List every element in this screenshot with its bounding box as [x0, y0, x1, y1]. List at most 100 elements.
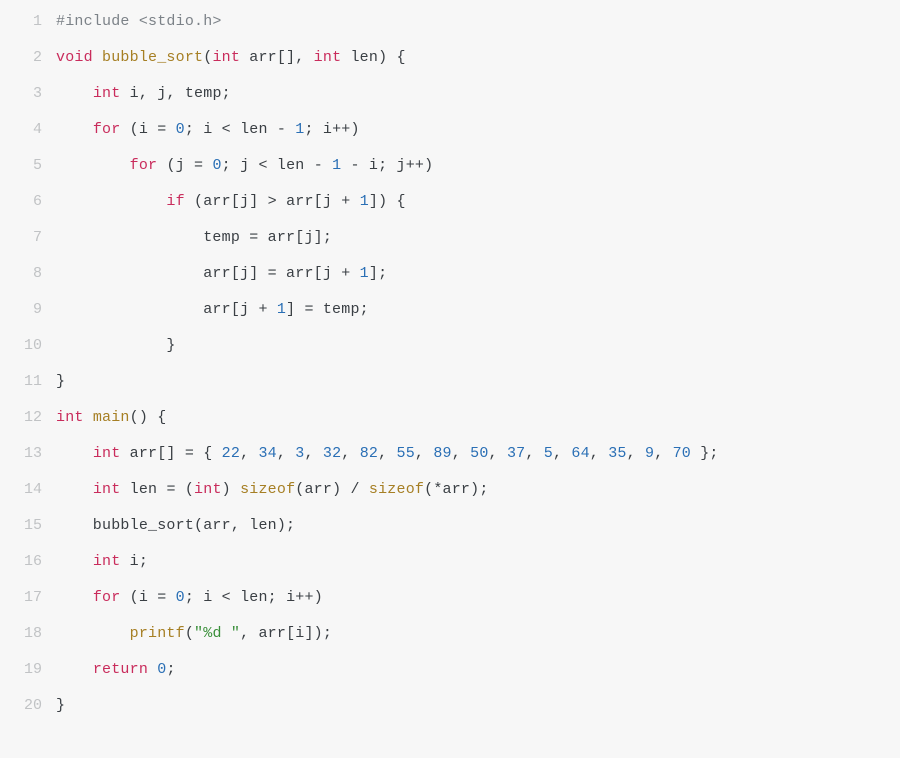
code-token: ); — [470, 481, 488, 498]
code-token — [120, 121, 129, 138]
code-token: 0 — [176, 121, 185, 138]
code-token: arr — [56, 301, 231, 318]
code-content: for (i = 0; i < len; i++) — [56, 580, 323, 616]
code-token: / — [351, 481, 369, 498]
code-token: 1 — [277, 301, 286, 318]
code-token: ] — [286, 301, 304, 318]
code-token — [56, 193, 166, 210]
code-token: len — [249, 517, 277, 534]
code-token: }; — [691, 445, 719, 462]
code-token — [56, 337, 166, 354]
code-token — [56, 121, 93, 138]
line-number: 2 — [0, 40, 56, 76]
code-token: , — [139, 85, 157, 102]
line-number: 14 — [0, 472, 56, 508]
line-number: 3 — [0, 76, 56, 112]
code-token: j — [176, 157, 194, 174]
line-number: 8 — [0, 256, 56, 292]
code-token: ]) { — [369, 193, 406, 210]
code-token: if — [166, 193, 184, 210]
code-token: 1 — [360, 265, 369, 282]
code-token: , — [489, 445, 507, 462]
code-token: } — [166, 337, 175, 354]
code-line: 1#include <stdio.h> — [0, 4, 900, 40]
code-token — [185, 193, 194, 210]
code-block: 1#include <stdio.h>2void bubble_sort(int… — [0, 0, 900, 734]
code-content: arr[j] = arr[j + 1]; — [56, 256, 387, 292]
code-token: for — [93, 121, 121, 138]
code-token: ( — [194, 517, 203, 534]
code-content: if (arr[j] > arr[j + 1]) { — [56, 184, 406, 220]
code-token: ) { — [378, 49, 406, 66]
code-token: ++ — [295, 589, 313, 606]
code-token: , — [590, 445, 608, 462]
code-token: = — [268, 265, 286, 282]
code-line: 5 for (j = 0; j < len - 1 - i; j++) — [0, 148, 900, 184]
code-token: , — [240, 625, 258, 642]
code-token: sizeof — [240, 481, 295, 498]
code-content: #include <stdio.h> — [56, 4, 222, 40]
code-token: 22 — [222, 445, 240, 462]
code-token: i — [139, 589, 157, 606]
code-token: ; — [378, 157, 396, 174]
code-token — [120, 589, 129, 606]
code-token: = — [304, 301, 322, 318]
code-token: = — [157, 589, 175, 606]
code-token: arr — [286, 265, 314, 282]
code-content: arr[j + 1] = temp; — [56, 292, 369, 328]
code-token — [56, 589, 93, 606]
code-token: 32 — [323, 445, 341, 462]
code-token: 70 — [673, 445, 691, 462]
code-token — [84, 409, 93, 426]
code-token: #include <stdio.h> — [56, 13, 222, 30]
code-line: 7 temp = arr[j]; — [0, 220, 900, 256]
code-token — [56, 445, 93, 462]
code-token: 1 — [360, 193, 369, 210]
code-content: int i, j, temp; — [56, 76, 231, 112]
line-number: 18 — [0, 616, 56, 652]
code-content: void bubble_sort(int arr[], int len) { — [56, 40, 406, 76]
code-line: 15 bubble_sort(arr, len); — [0, 508, 900, 544]
code-token: < — [222, 589, 240, 606]
code-token: int — [93, 553, 121, 570]
code-line: 13 int arr[] = { 22, 34, 3, 32, 82, 55, … — [0, 436, 900, 472]
code-content: bubble_sort(arr, len); — [56, 508, 295, 544]
code-token: ; — [222, 157, 240, 174]
code-token: ++ — [332, 121, 350, 138]
code-content: printf("%d ", arr[i]); — [56, 616, 332, 652]
line-number: 15 — [0, 508, 56, 544]
code-content: for (i = 0; i < len - 1; i++) — [56, 112, 360, 148]
code-token: int — [56, 409, 84, 426]
code-token: + — [341, 193, 359, 210]
line-number: 20 — [0, 688, 56, 724]
code-token: - — [314, 157, 332, 174]
code-line: 12int main() { — [0, 400, 900, 436]
code-token: < — [222, 121, 240, 138]
code-token: int — [93, 481, 121, 498]
code-token: i — [323, 121, 332, 138]
code-token: "%d " — [194, 625, 240, 642]
code-token: ( — [130, 121, 139, 138]
line-number: 5 — [0, 148, 56, 184]
code-token: arr — [203, 193, 231, 210]
code-token: + — [258, 301, 276, 318]
code-token: [ — [231, 265, 240, 282]
code-token: ] — [249, 265, 267, 282]
code-token: return — [93, 661, 148, 678]
code-token: , — [452, 445, 470, 462]
code-token: ) — [332, 481, 350, 498]
code-token: 82 — [360, 445, 378, 462]
code-token: * — [433, 481, 442, 498]
line-number: 4 — [0, 112, 56, 148]
code-token: int — [93, 445, 121, 462]
code-token: len — [120, 481, 166, 498]
code-token: , — [525, 445, 543, 462]
code-content: int arr[] = { 22, 34, 3, 32, 82, 55, 89,… — [56, 436, 719, 472]
code-line: 6 if (arr[j] > arr[j + 1]) { — [0, 184, 900, 220]
code-token — [56, 553, 93, 570]
code-token: ( — [194, 193, 203, 210]
code-token: 37 — [507, 445, 525, 462]
code-token: 35 — [608, 445, 626, 462]
code-content: int len = (int) sizeof(arr) / sizeof(*ar… — [56, 472, 489, 508]
code-token: int — [212, 49, 240, 66]
